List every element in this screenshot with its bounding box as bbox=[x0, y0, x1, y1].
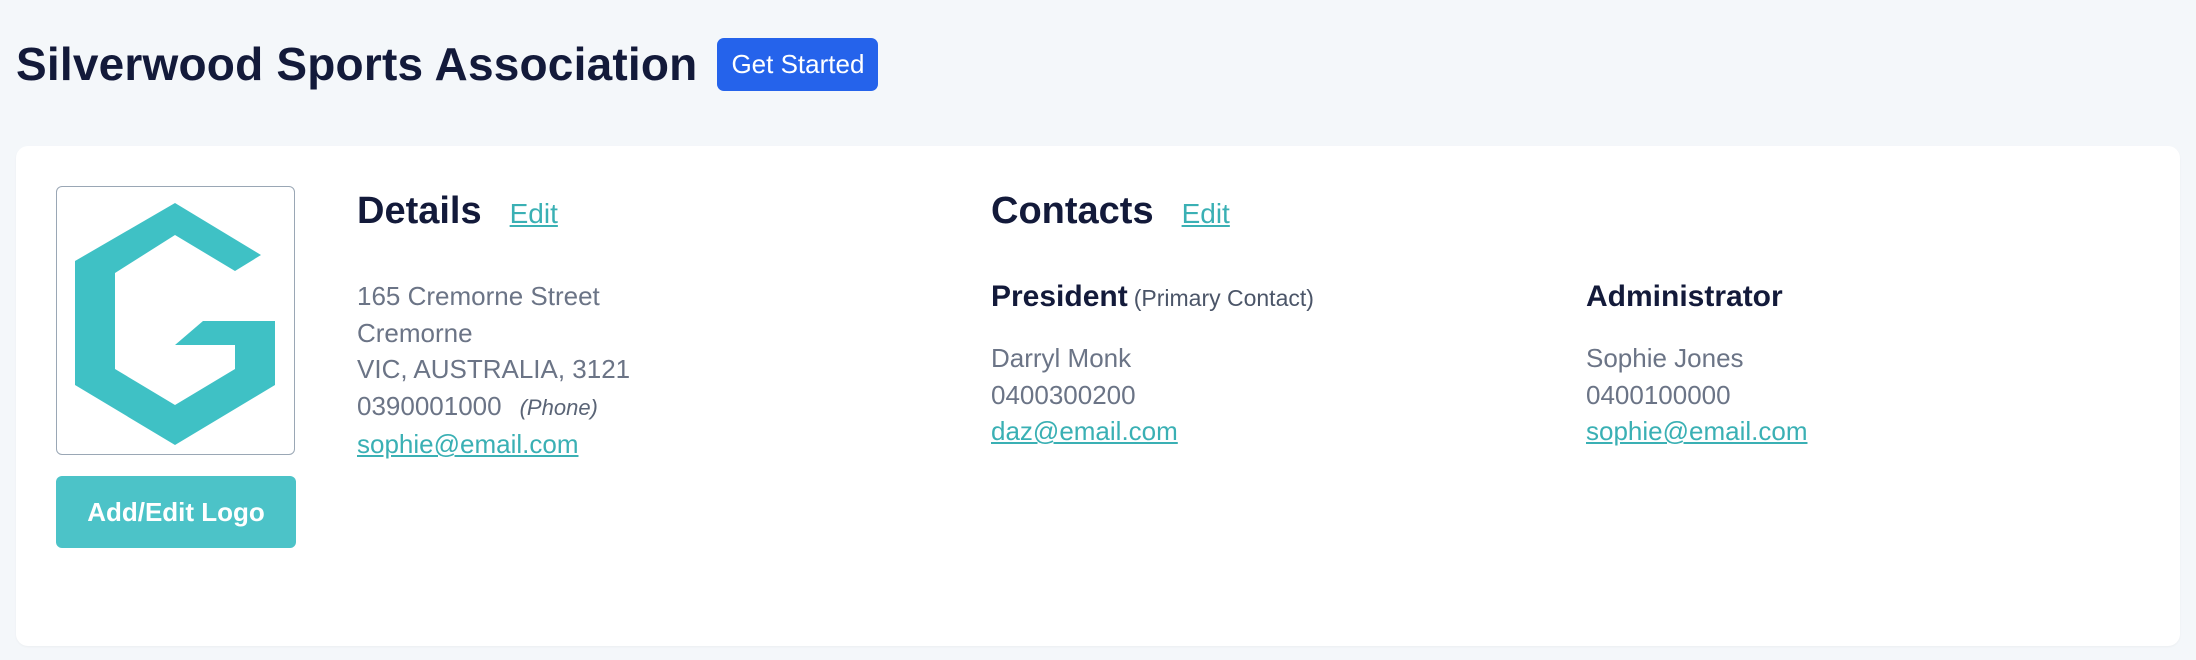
details-edit-link[interactable]: Edit bbox=[510, 198, 558, 230]
add-edit-logo-button[interactable]: Add/Edit Logo bbox=[56, 476, 296, 548]
contact-email-link[interactable]: daz@email.com bbox=[991, 416, 1178, 446]
association-card: Add/Edit Logo Details Edit 165 Cremorne … bbox=[16, 146, 2180, 646]
contact-name: Darryl Monk bbox=[991, 343, 1132, 373]
association-logo-icon bbox=[75, 203, 275, 445]
contact-phone: 0400300200 bbox=[991, 379, 1136, 410]
logo-frame bbox=[56, 186, 295, 455]
contact-role-note: (Primary Contact) bbox=[1133, 285, 1314, 311]
contact-phone: 0400100000 bbox=[1586, 379, 1731, 410]
page: Silverwood Sports Association Get Starte… bbox=[0, 0, 2196, 660]
phone-row: 0390001000 (Phone) bbox=[357, 388, 630, 427]
phone-number: 0390001000 bbox=[357, 390, 502, 421]
contacts-edit-link[interactable]: Edit bbox=[1182, 198, 1230, 230]
administrator-heading: Administrator bbox=[1586, 280, 1783, 314]
get-started-button[interactable]: Get Started bbox=[717, 37, 879, 91]
details-title: Details bbox=[357, 190, 482, 232]
page-header: Silverwood Sports Association Get Starte… bbox=[16, 36, 879, 92]
page-title: Silverwood Sports Association bbox=[16, 38, 698, 90]
president-info: Darryl Monk 0400300200 daz@email.com bbox=[991, 340, 1178, 450]
contacts-header: Contacts Edit bbox=[991, 190, 1230, 233]
details-info: 165 Cremorne Street Cremorne VIC, AUSTRA… bbox=[357, 278, 630, 463]
address-line-1: 165 Cremorne Street bbox=[357, 281, 600, 311]
contact-email-link[interactable]: sophie@email.com bbox=[1586, 416, 1807, 446]
phone-label: (Phone) bbox=[519, 394, 598, 420]
contact-name: Sophie Jones bbox=[1586, 343, 1744, 373]
details-header: Details Edit bbox=[357, 190, 558, 233]
address-line-2: Cremorne bbox=[357, 317, 473, 348]
contacts-title: Contacts bbox=[991, 190, 1154, 232]
president-heading: President (Primary Contact) bbox=[991, 280, 1314, 314]
contact-role: Administrator bbox=[1586, 280, 1783, 313]
administrator-info: Sophie Jones 0400100000 sophie@email.com bbox=[1586, 340, 1807, 450]
address-line-3: VIC, AUSTRALIA, 3121 bbox=[357, 354, 631, 384]
details-email-link[interactable]: sophie@email.com bbox=[357, 429, 578, 459]
contact-role: President bbox=[991, 280, 1128, 313]
